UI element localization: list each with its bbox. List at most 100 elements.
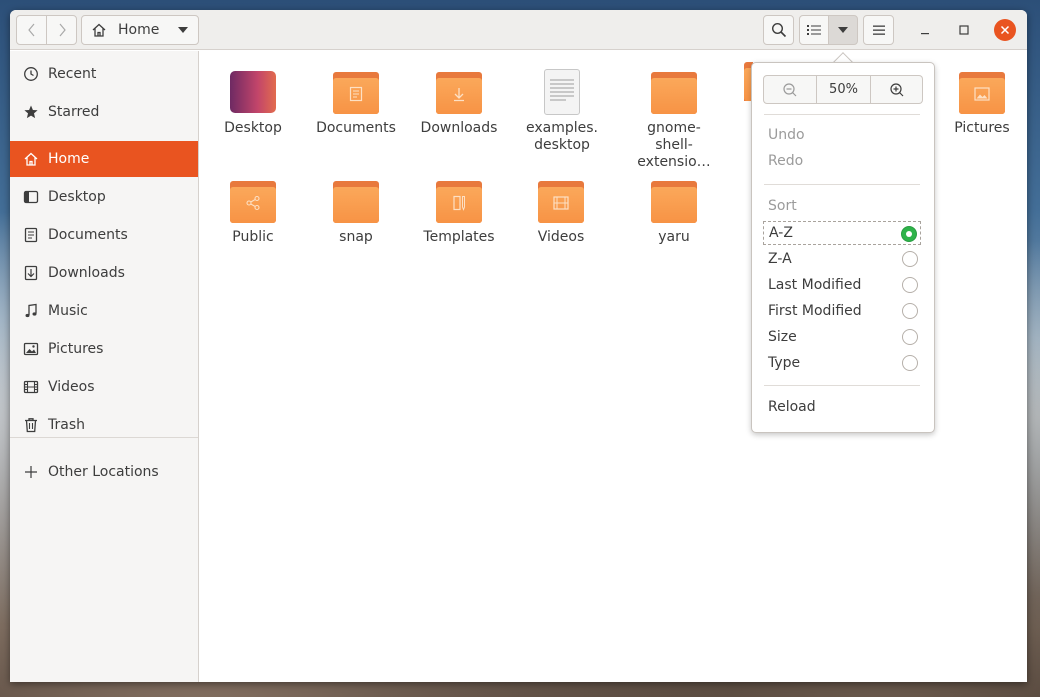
zoom-controls: 50% [763,75,923,104]
plus-icon [23,464,39,480]
radio-unchecked-icon [902,303,918,319]
trash-icon [23,417,39,433]
sidebar-item-label: Downloads [48,265,125,281]
menu-separator [764,184,920,185]
sidebar-item-label: Other Locations [48,464,159,480]
view-options-popover: 50% Undo Redo Sort A-Z Z-A Last Modified… [751,62,935,433]
file-item-yaru[interactable]: yaru [624,178,724,246]
hamburger-menu-icon [872,25,885,35]
menu-separator [764,385,920,386]
main-menu-button[interactable] [863,15,894,45]
file-name: examples. desktop [525,120,598,153]
file-item-templates[interactable]: Templates [409,178,509,246]
sort-option-label: Size [768,329,797,345]
file-item-pictures[interactable]: Pictures [932,69,1027,137]
file-name: Desktop [224,120,282,136]
download-icon [23,265,39,281]
sort-option-last-modified[interactable]: Last Modified [763,273,921,297]
sort-option-label: Z-A [768,251,792,267]
chevron-left-icon [27,23,34,37]
folder-icon [332,178,380,226]
file-name: Public [232,229,274,245]
folder-icon [650,178,698,226]
document-icon [23,227,39,243]
sidebar-item-downloads[interactable]: Downloads [10,255,198,291]
radio-checked-icon [901,226,917,242]
file-name: Downloads [420,120,498,136]
menu-separator [764,114,920,115]
redo-menu-item[interactable]: Redo [768,153,803,169]
desktop-folder-icon [229,69,277,117]
file-name: Documents [316,120,396,136]
close-button[interactable] [994,19,1016,41]
zoom-out-button[interactable] [763,75,817,104]
reload-menu-item[interactable]: Reload [768,399,816,415]
minimize-icon [921,33,929,35]
sort-option-first-modified[interactable]: First Modified [763,299,921,323]
folder-public-icon [229,178,277,226]
home-icon [23,151,39,167]
folder-downloads-icon [435,69,483,117]
sort-option-type[interactable]: Type [763,351,921,375]
sidebar-item-music[interactable]: Music [10,293,198,329]
undo-menu-item[interactable]: Undo [768,127,805,143]
maximize-icon [959,25,969,35]
sort-option-z-a[interactable]: Z-A [763,247,921,271]
file-name: gnome- shell- extensio… [637,120,711,170]
radio-unchecked-icon [902,251,918,267]
folder-icon [650,69,698,117]
folder-templates-icon [435,178,483,226]
sidebar-item-documents[interactable]: Documents [10,217,198,253]
sidebar-divider [10,437,198,438]
sort-option-size[interactable]: Size [763,325,921,349]
sidebar-item-pictures[interactable]: Pictures [10,331,198,367]
home-icon [92,23,106,37]
view-options-button[interactable] [828,15,858,45]
file-item-documents[interactable]: Documents [306,69,406,137]
clock-icon [23,66,39,82]
forward-button[interactable] [46,15,77,45]
sidebar-item-label: Videos [48,379,95,395]
sort-option-label: Type [768,355,801,371]
file-name: Pictures [954,120,1010,136]
music-note-icon [23,303,39,319]
sidebar-item-label: Documents [48,227,128,243]
minimize-button[interactable] [915,20,935,40]
zoom-level-label: 50% [829,82,858,97]
file-item-gnome-shell-extensions[interactable]: gnome- shell- extensio… [624,69,724,171]
folder-documents-icon [332,69,380,117]
maximize-button[interactable] [954,20,974,40]
sidebar-item-starred[interactable]: Starred [10,94,198,130]
file-item-snap[interactable]: snap [306,178,406,246]
file-item-videos[interactable]: Videos [511,178,611,246]
sidebar-item-home[interactable]: Home [10,141,198,177]
zoom-in-icon [889,82,903,96]
image-icon [23,341,39,357]
sidebar-item-label: Home [48,151,90,167]
close-icon [1000,25,1010,35]
chevron-down-icon [178,27,188,33]
file-name: snap [339,229,373,245]
file-item-examples-desktop[interactable]: examples. desktop [512,69,612,154]
file-item-desktop[interactable]: Desktop [203,69,303,137]
sidebar-item-desktop[interactable]: Desktop [10,179,198,215]
back-button[interactable] [16,15,47,45]
sort-option-label: First Modified [768,303,862,319]
path-bar-home-button[interactable]: Home [81,15,199,45]
sidebar-item-other-locations[interactable]: Other Locations [10,454,198,490]
zoom-reset-button[interactable]: 50% [817,75,871,104]
file-item-public[interactable]: Public [203,178,303,246]
sidebar-item-recent[interactable]: Recent [10,56,198,92]
file-item-downloads[interactable]: Downloads [409,69,509,137]
folder-videos-icon [537,178,585,226]
search-button[interactable] [763,15,794,45]
sort-option-label: A-Z [769,225,793,241]
sidebar-item-videos[interactable]: Videos [10,369,198,405]
file-name: Templates [423,229,495,245]
zoom-in-button[interactable] [871,75,923,104]
view-mode-button[interactable] [799,15,829,45]
zoom-out-icon [783,82,797,96]
sort-option-a-z[interactable]: A-Z [763,221,921,245]
sort-heading: Sort [768,198,797,214]
star-icon [23,104,39,120]
